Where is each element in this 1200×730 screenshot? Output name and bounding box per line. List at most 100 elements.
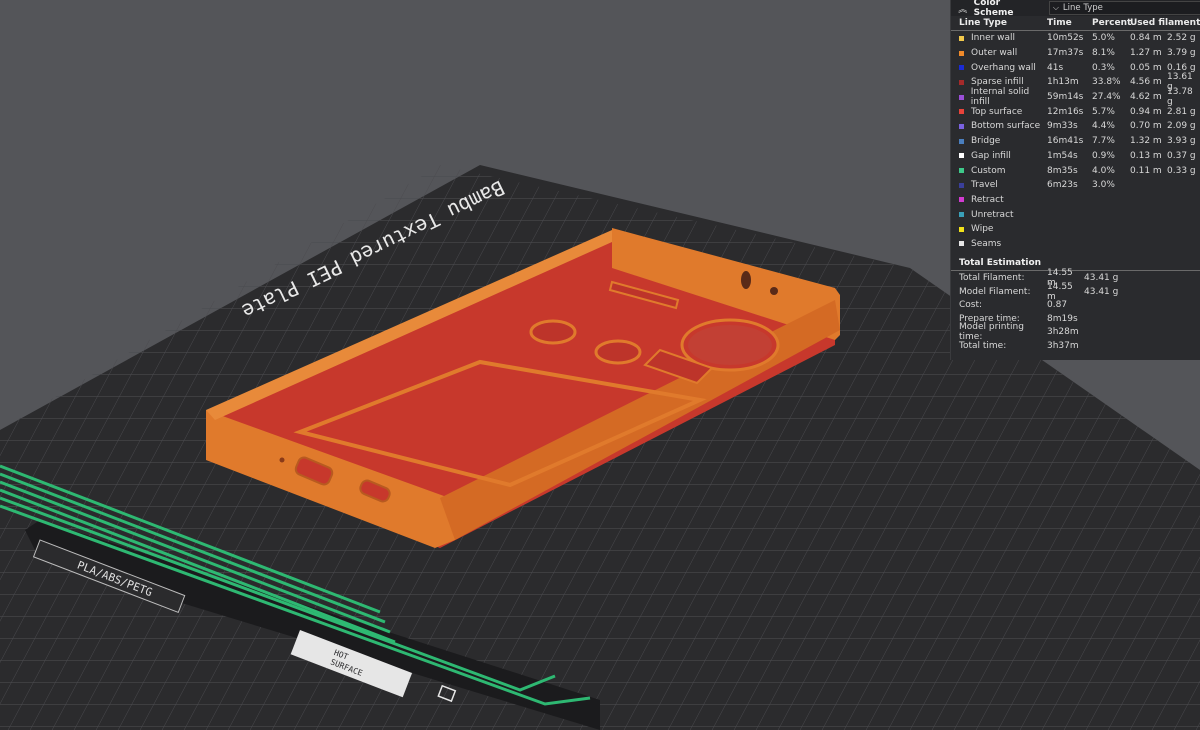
double-chevron-up-icon[interactable]: ︽ [957,2,969,15]
line-type-time: 9m33s [1047,121,1078,132]
line-type-swatch[interactable] [959,94,964,100]
line-type-length: 1.32 m [1130,136,1162,147]
estimation-value-2: 43.41 g [1084,273,1119,284]
line-type-length: 0.94 m [1130,106,1162,117]
line-type-name: Unretract [971,209,1014,220]
line-type-percent: 4.4% [1092,121,1115,132]
line-type-row[interactable]: Retract [951,193,1200,208]
color-scheme-panel: ︽ Color Scheme ⌵ Line Type Line Type Tim… [950,0,1200,360]
estimation-label: Total Filament: [959,273,1025,284]
line-type-name-cell: Overhang wall [959,63,1047,73]
line-type-swatch[interactable] [959,182,964,188]
line-type-time: 8m35s [1047,165,1078,176]
line-type-name: Custom [971,165,1006,176]
line-type-name: Outer wall [971,48,1018,59]
line-type-name: Retract [971,194,1004,205]
header-time: Time [1047,18,1072,28]
estimation-label: Cost: [959,300,983,311]
line-type-percent: 5.0% [1092,33,1115,44]
line-type-name: Top surface [971,106,1023,117]
color-scheme-selected: Line Type [1062,3,1103,13]
line-type-row[interactable]: Wipe [951,222,1200,237]
estimation-label: Model printing time: [959,322,1024,343]
line-type-name: Bottom surface [971,121,1041,132]
line-type-length: 0.05 m [1130,62,1162,73]
line-type-swatch[interactable] [959,138,964,144]
line-type-swatch[interactable] [959,168,964,174]
line-type-percent: 27.4% [1092,92,1121,103]
line-type-row[interactable]: Top surface 12m16s 5.7% 0.94 m 2.81 g [951,104,1200,119]
estimation-value: 3h28m [1047,327,1079,338]
line-type-swatch[interactable] [959,79,964,85]
line-type-name-cell: Gap infill [959,151,1047,161]
line-type-name-cell: Bridge [959,136,1047,146]
line-type-weight: 0.16 g [1167,62,1196,73]
model-top-hole-1 [741,271,751,289]
line-type-name-cell: Wipe [959,224,1047,234]
color-scheme-title: Color Scheme [973,0,1014,18]
line-type-swatch[interactable] [959,212,964,218]
estimation-value-2: 43.41 g [1084,286,1119,297]
header-percent: Percent [1092,18,1132,28]
line-type-percent: 33.8% [1092,77,1121,88]
line-type-time: 12m16s [1047,106,1084,117]
line-type-name: Overhang wall [971,62,1036,73]
line-type-swatch[interactable] [959,35,964,41]
line-type-time: 16m41s [1047,136,1084,147]
line-type-swatch[interactable] [959,153,964,159]
line-type-name: Bridge [971,136,1001,147]
line-type-weight: 2.81 g [1167,106,1196,117]
line-type-length: 4.62 m [1130,92,1162,103]
line-type-name-cell: Sparse infill [959,77,1047,87]
estimation-value: 0.87 [1047,300,1068,311]
line-type-row[interactable]: Outer wall 17m37s 8.1% 1.27 m 3.79 g [951,46,1200,61]
line-type-row[interactable]: Overhang wall 41s 0.3% 0.05 m 0.16 g [951,60,1200,75]
line-type-swatch[interactable] [959,123,964,129]
line-type-row[interactable]: Bridge 16m41s 7.7% 1.32 m 3.93 g [951,134,1200,149]
line-type-name-cell: Bottom surface [959,121,1047,131]
line-type-name: Seams [971,238,1002,249]
line-type-name-cell: Unretract [959,210,1047,220]
line-type-swatch[interactable] [959,226,964,232]
line-type-swatch[interactable] [959,50,964,56]
line-type-time: 59m14s [1047,92,1084,103]
line-type-row[interactable]: Custom 8m35s 4.0% 0.11 m 0.33 g [951,163,1200,178]
line-type-name: Gap infill [971,150,1011,161]
line-type-name-cell: Internal solid infill [959,87,1047,107]
model-lens-cutout-2 [594,339,642,365]
line-type-swatch[interactable] [959,65,964,71]
line-type-name-cell: Top surface [959,107,1047,117]
line-type-row[interactable]: Travel 6m23s 3.0% [951,178,1200,193]
estimation-label: Total time: [959,340,1007,351]
line-type-row[interactable]: Unretract [951,207,1200,222]
line-type-time: 1h13m [1047,77,1079,88]
estimation-row: Total time: 3h37m [951,339,1200,353]
line-type-list: Inner wall 10m52s 5.0% 0.84 m 2.52 g Outer wa… [951,31,1200,251]
line-type-weight: 3.79 g [1167,48,1196,59]
line-type-row[interactable]: Seams [951,237,1200,252]
line-type-length: 0.84 m [1130,33,1162,44]
line-type-time: 17m37s [1047,48,1084,59]
color-scheme-select[interactable]: ⌵ Line Type [1048,1,1200,15]
line-type-row[interactable]: Gap infill 1m54s 0.9% 0.13 m 0.37 g [951,149,1200,164]
line-type-weight: 3.93 g [1167,136,1196,147]
line-type-name-cell: Outer wall [959,48,1047,58]
line-type-row[interactable]: Internal solid infill 59m14s 27.4% 4.62 m 13… [951,87,1200,108]
line-type-length: 0.13 m [1130,150,1162,161]
line-type-swatch[interactable] [959,241,964,247]
line-type-length: 0.70 m [1130,121,1162,132]
model-side-hole [279,457,285,463]
line-type-percent: 0.3% [1092,62,1115,73]
line-type-row[interactable]: Bottom surface 9m33s 4.4% 0.70 m 2.09 g [951,119,1200,134]
estimation-row: Model Filament: 14.55 m 43.41 g [951,282,1200,302]
line-type-weight: 13.78 g [1167,87,1193,108]
line-type-name: Sparse infill [971,77,1024,88]
line-type-time: 10m52s [1047,33,1084,44]
line-type-name-cell: Travel [959,180,1047,190]
header-used-filament: Used filament [1130,18,1200,28]
line-type-swatch[interactable] [959,109,964,115]
line-type-row[interactable]: Inner wall 10m52s 5.0% 0.84 m 2.52 g [951,31,1200,46]
line-type-percent: 3.0% [1092,180,1115,191]
total-estimation-list: Total Filament: 14.55 m 43.41 g Model Filam… [951,268,1200,353]
line-type-swatch[interactable] [959,197,964,203]
